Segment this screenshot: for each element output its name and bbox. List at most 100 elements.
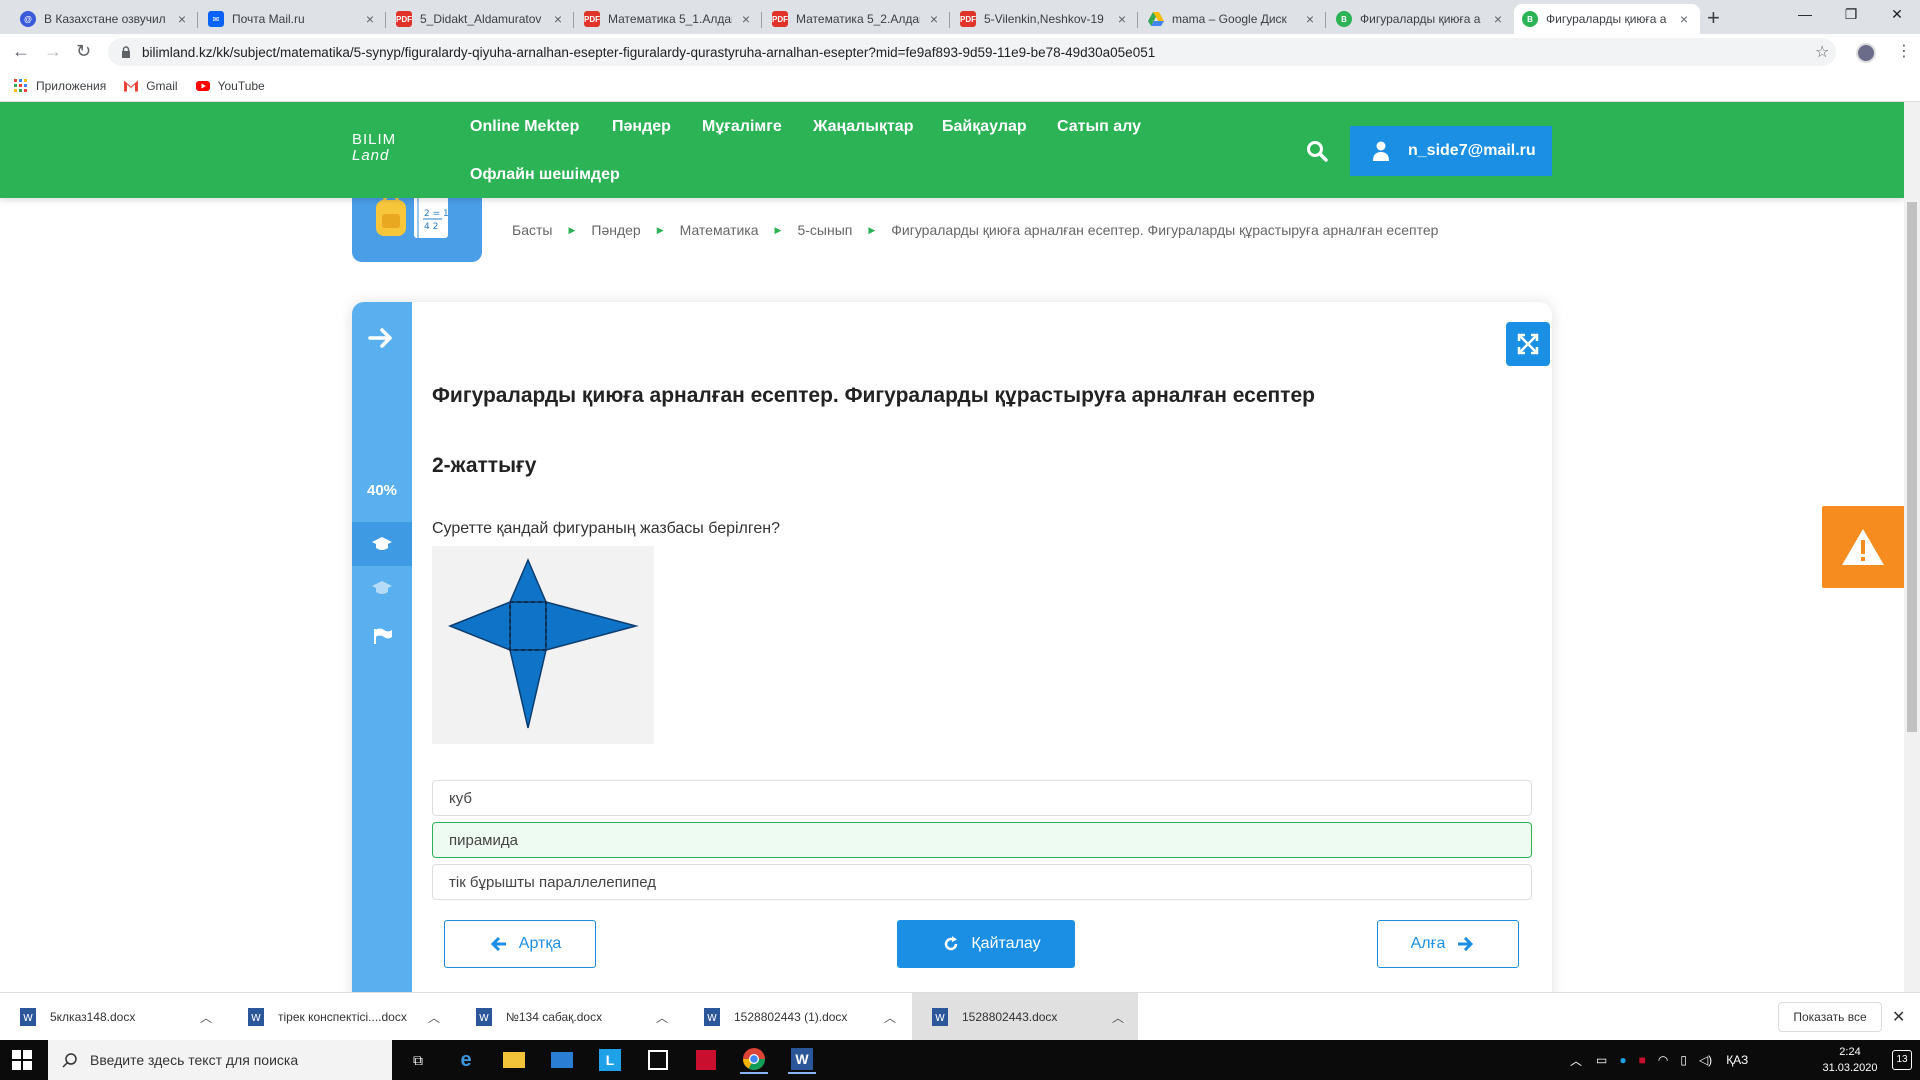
profile-avatar[interactable]	[1856, 43, 1876, 63]
close-icon[interactable]: ×	[1114, 11, 1130, 27]
volume-icon[interactable]: ◁)	[1699, 1053, 1712, 1067]
back-button[interactable]: Артқа	[444, 920, 596, 968]
battery-icon[interactable]: ▯	[1680, 1053, 1687, 1067]
chevron-up-icon[interactable]: ︿	[1570, 1052, 1582, 1069]
input-language[interactable]: ҚАЗ	[1726, 1053, 1748, 1067]
nav-news[interactable]: Жаңалықтар	[813, 118, 913, 136]
back-arrow-icon[interactable]: ←	[12, 41, 30, 62]
chevron-up-icon[interactable]: ︿	[1112, 1009, 1124, 1026]
close-icon[interactable]: ×	[926, 11, 942, 27]
nav-offline-solutions[interactable]: Офлайн шешімдер	[470, 166, 620, 184]
chevron-up-icon[interactable]: ︿	[656, 1009, 668, 1026]
file-explorer-icon[interactable]	[500, 1046, 528, 1074]
sidebar-item-practice[interactable]	[352, 566, 412, 610]
chevron-up-icon[interactable]: ︿	[200, 1009, 212, 1026]
download-item[interactable]: W тірек конспектісі....docx ︿	[228, 993, 454, 1041]
bookmark-apps[interactable]: Приложения	[14, 78, 106, 93]
bilimland-logo[interactable]: BILIM Land	[352, 132, 396, 164]
scrollbar-thumb[interactable]	[1907, 202, 1917, 732]
restore-button[interactable]: ❐	[1828, 6, 1874, 23]
answer-option-cube[interactable]: куб	[432, 780, 1532, 816]
tab-title: mama – Google Диск	[1172, 12, 1287, 26]
breadcrumb-subjects[interactable]: Пәндер	[591, 222, 640, 238]
mail-app-icon[interactable]	[548, 1046, 576, 1074]
breadcrumb-home[interactable]: Басты	[512, 222, 552, 238]
show-all-downloads-button[interactable]: Показать все	[1778, 1002, 1882, 1032]
close-icon[interactable]: ×	[362, 11, 378, 27]
skype-icon[interactable]: ●	[1619, 1053, 1626, 1067]
address-bar[interactable]: bilimland.kz/kk/subject/matematika/5-syn…	[108, 38, 1836, 66]
nav-teachers[interactable]: Мұғалімге	[702, 118, 782, 136]
answer-option-prism[interactable]: тік бұрышты параллелепипед	[432, 864, 1532, 900]
chevron-up-icon[interactable]: ︿	[884, 1009, 896, 1026]
search-icon[interactable]	[1306, 140, 1328, 162]
mcafee-icon[interactable]	[692, 1046, 720, 1074]
minimize-button[interactable]: —	[1782, 6, 1828, 22]
window-close-button[interactable]: ✕	[1874, 6, 1920, 23]
sidebar-item-finish[interactable]	[352, 614, 412, 658]
clock[interactable]: 2:24 31.03.2020	[1815, 1044, 1885, 1076]
action-center-icon[interactable]: 13	[1892, 1050, 1912, 1070]
lync-app-icon[interactable]: L	[596, 1046, 624, 1074]
browser-tab-active[interactable]: B Фигураларды қиюға а ×	[1514, 4, 1700, 34]
browser-tab[interactable]: PDF 5-Vilenkin,Neshkov-19 ×	[952, 4, 1138, 34]
fullscreen-button[interactable]	[1506, 322, 1550, 366]
mcafee-tray-icon[interactable]: ■	[1639, 1053, 1646, 1067]
word-icon[interactable]: W	[788, 1046, 816, 1074]
expand-icon	[1517, 333, 1539, 355]
breadcrumb-grade[interactable]: 5-сынып	[797, 222, 852, 238]
nav-subjects[interactable]: Пәндер	[612, 118, 671, 136]
answer-option-pyramid[interactable]: пирамида	[432, 822, 1532, 858]
next-button[interactable]: Алға	[1377, 920, 1519, 968]
nav-contests[interactable]: Байқаулар	[942, 118, 1027, 136]
task-view-icon[interactable]: ⧉	[404, 1046, 432, 1074]
arrow-right-icon[interactable]	[368, 328, 396, 348]
store-icon[interactable]	[644, 1046, 672, 1074]
close-icon[interactable]: ×	[550, 11, 566, 27]
menu-dots-icon[interactable]: ⋮	[1896, 41, 1912, 61]
nav-buy[interactable]: Сатып алу	[1057, 118, 1141, 136]
new-tab-button[interactable]: +	[1707, 5, 1720, 31]
clock-time: 2:24	[1839, 1046, 1861, 1058]
close-icon[interactable]: ✕	[1892, 1007, 1905, 1027]
breadcrumb-math[interactable]: Математика	[680, 222, 759, 238]
download-filename: 1528802443 (1).docx	[734, 1010, 848, 1024]
wifi-icon[interactable]: ◠	[1658, 1053, 1668, 1067]
taskbar-search-input[interactable]: Введите здесь текст для поиска	[48, 1040, 392, 1080]
page-scrollbar[interactable]	[1904, 102, 1920, 992]
browser-tab[interactable]: B Фигураларды қиюға а ×	[1328, 4, 1514, 34]
close-icon[interactable]: ×	[1490, 11, 1506, 27]
close-icon[interactable]: ×	[738, 11, 754, 27]
browser-tab[interactable]: PDF 5_Didakt_Aldamuratov ×	[388, 4, 574, 34]
browser-tab[interactable]: ✉ Почта Mail.ru ×	[200, 4, 386, 34]
windows-start-icon[interactable]	[12, 1050, 32, 1070]
bookmark-star-icon[interactable]: ☆	[1815, 42, 1829, 62]
report-problem-button[interactable]	[1822, 506, 1904, 588]
download-item[interactable]: W 1528802443 (1).docx ︿	[684, 993, 910, 1041]
network-icon[interactable]: ▭	[1596, 1053, 1607, 1067]
download-item[interactable]: W 1528802443.docx ︿	[912, 993, 1138, 1041]
download-item[interactable]: W №134 сабақ.docx ︿	[456, 993, 682, 1041]
close-icon[interactable]: ×	[1302, 11, 1318, 27]
browser-tab[interactable]: @ В Казахстане озвучил ×	[12, 4, 198, 34]
tab-title: Почта Mail.ru	[232, 12, 305, 26]
retry-button[interactable]: Қайталау	[897, 920, 1075, 968]
browser-tab[interactable]: PDF Математика 5_1.Алдам ×	[576, 4, 762, 34]
close-icon[interactable]: ×	[1676, 11, 1692, 27]
forward-arrow-icon[interactable]: →	[44, 41, 62, 62]
option-label: пирамида	[449, 831, 518, 849]
breadcrumb-arrow-icon: ▶	[568, 224, 576, 235]
sidebar-item-theory[interactable]	[352, 522, 412, 566]
edge-icon[interactable]: e	[452, 1046, 480, 1074]
nav-online-mektep[interactable]: Online Mektep	[470, 118, 579, 136]
bookmark-gmail[interactable]: Gmail	[124, 79, 178, 93]
chrome-icon[interactable]	[740, 1046, 768, 1074]
chevron-up-icon[interactable]: ︿	[428, 1009, 440, 1026]
browser-tab[interactable]: PDF Математика 5_2.Алдам ×	[764, 4, 950, 34]
download-item[interactable]: W 5клказ148.docx ︿	[0, 993, 226, 1041]
bookmark-youtube[interactable]: YouTube	[195, 79, 265, 93]
browser-tab[interactable]: mama – Google Диск ×	[1140, 4, 1326, 34]
close-icon[interactable]: ×	[174, 11, 190, 27]
user-account-button[interactable]: n_side7@mail.ru	[1350, 126, 1552, 176]
reload-icon[interactable]: ↻	[76, 41, 91, 62]
